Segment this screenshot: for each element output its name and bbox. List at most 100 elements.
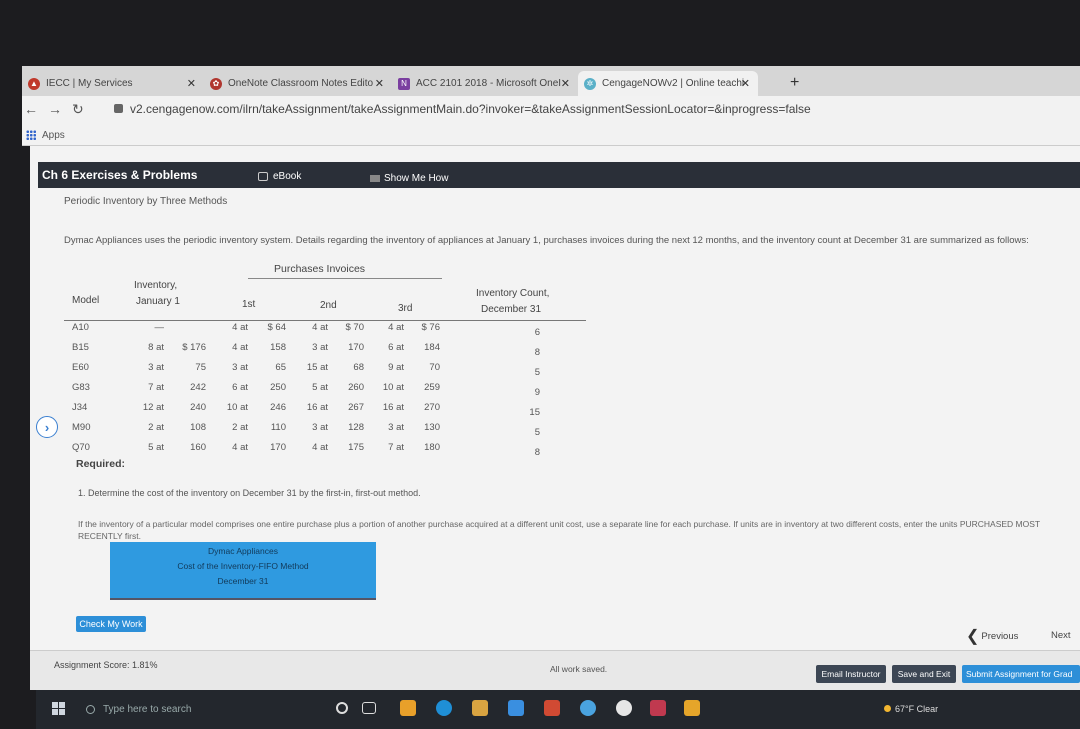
cell-2nd-qty: 16 at bbox=[306, 402, 328, 413]
lock-icon bbox=[114, 104, 123, 113]
weather-widget[interactable]: 67°F Clear bbox=[884, 704, 938, 714]
col-header-3rd: 3rd bbox=[398, 303, 413, 314]
cell-3rd-qty: 6 at bbox=[388, 342, 404, 353]
weather-text: 67°F Clear bbox=[895, 704, 939, 714]
cell-3rd-cost: 70 bbox=[429, 362, 440, 373]
cell-jan-qty: 2 at bbox=[148, 422, 164, 433]
cell-model: A10 bbox=[72, 322, 89, 333]
assignment-footer: Assignment Score: 1.81% All work saved. … bbox=[30, 650, 1080, 690]
cell-1st-qty: 3 at bbox=[232, 362, 248, 373]
purchases-invoices-title: Purchases Invoices bbox=[274, 263, 366, 275]
task-view-icon[interactable] bbox=[362, 702, 376, 714]
close-icon[interactable]: ✕ bbox=[187, 77, 196, 90]
cell-count: 8 bbox=[534, 447, 540, 458]
cell-1st-cost: 158 bbox=[270, 342, 286, 353]
sun-icon bbox=[884, 705, 891, 712]
pocket-icon[interactable] bbox=[650, 700, 666, 716]
cortana-icon[interactable] bbox=[336, 702, 348, 714]
submit-assignment-button[interactable]: Submit Assignment for Grad bbox=[962, 665, 1080, 683]
video-icon bbox=[370, 175, 380, 182]
cell-model: Q70 bbox=[72, 442, 90, 453]
fifo-answer-header: Dymac Appliances Cost of the Inventory-F… bbox=[110, 542, 376, 600]
cell-jan-qty: — bbox=[154, 322, 165, 333]
reload-icon[interactable]: ↻ bbox=[72, 101, 84, 118]
bookmarks-bar: Apps bbox=[22, 124, 1080, 146]
cell-jan-qty: 8 at bbox=[148, 342, 164, 353]
edge-browser-icon[interactable] bbox=[436, 700, 452, 716]
cell-3rd-cost: 270 bbox=[424, 402, 440, 413]
onenote-app-icon: N bbox=[398, 77, 410, 90]
taskbar-search[interactable]: Type here to search bbox=[86, 697, 326, 721]
store-icon[interactable] bbox=[472, 700, 488, 716]
cell-3rd-qty: 4 at bbox=[388, 322, 404, 333]
cell-jan-cost: 160 bbox=[190, 442, 206, 453]
forward-arrow-icon[interactable]: → bbox=[48, 101, 62, 117]
module-header: Ch 6 Exercises & Problems eBook Show Me … bbox=[38, 162, 1080, 188]
check-my-work-button[interactable]: Check My Work bbox=[76, 616, 146, 632]
cell-3rd-qty: 9 at bbox=[388, 362, 404, 373]
question-1: 1. Determine the cost of the inventory o… bbox=[78, 488, 421, 498]
assignment-page: Ch 6 Exercises & Problems eBook Show Me … bbox=[30, 146, 1080, 686]
problem-subtitle: Periodic Inventory by Three Methods bbox=[64, 196, 228, 207]
tab-onenote-notes[interactable]: ✿ OneNote Classroom Notes Edito ✕ bbox=[204, 71, 392, 96]
chrome-icon[interactable] bbox=[616, 700, 632, 716]
address-bar-url[interactable]: v2.cengagenow.com/ilrn/takeAssignment/ta… bbox=[130, 102, 811, 116]
cell-3rd-cost: 130 bbox=[424, 422, 440, 433]
file-explorer-icon[interactable] bbox=[400, 700, 416, 716]
tab-cengagenow[interactable]: ✲ CengageNOWv2 | Online teachi ✕ bbox=[578, 71, 758, 96]
close-icon[interactable]: ✕ bbox=[741, 77, 750, 90]
cell-jan-cost: 108 bbox=[190, 422, 206, 433]
cell-1st-cost: 246 bbox=[270, 402, 286, 413]
cell-2nd-cost: 260 bbox=[348, 382, 364, 393]
taskbar-search-placeholder: Type here to search bbox=[103, 703, 192, 715]
col-header-count-line1: Inventory Count, bbox=[476, 288, 550, 299]
expand-chevron-icon[interactable]: › bbox=[36, 416, 58, 438]
cell-count: 5 bbox=[534, 367, 540, 378]
back-arrow-icon[interactable]: ← bbox=[24, 101, 38, 117]
tab-iecc[interactable]: ▲ IECC | My Services ✕ bbox=[22, 71, 204, 96]
cell-3rd-cost: $ 76 bbox=[421, 322, 441, 333]
show-me-how-link[interactable]: Show Me How bbox=[370, 173, 448, 184]
close-icon[interactable]: ✕ bbox=[375, 77, 384, 90]
cengage-favicon-icon: ✲ bbox=[584, 77, 596, 90]
mail-icon[interactable] bbox=[508, 700, 524, 716]
cell-3rd-qty: 7 at bbox=[388, 442, 404, 453]
cell-1st-qty: 4 at bbox=[232, 442, 248, 453]
cell-3rd-qty: 3 at bbox=[388, 422, 404, 433]
previous-button[interactable]: ❮ Previous bbox=[966, 626, 1018, 646]
download-icon[interactable] bbox=[684, 700, 700, 716]
cell-1st-cost: 65 bbox=[275, 362, 286, 373]
col-header-inventory-jan-line2: January 1 bbox=[136, 296, 180, 307]
cell-jan-qty: 5 at bbox=[148, 442, 164, 453]
windows-start-icon[interactable] bbox=[52, 702, 65, 715]
cell-2nd-qty: 15 at bbox=[306, 362, 328, 373]
cell-1st-qty: 4 at bbox=[232, 342, 248, 353]
next-button[interactable]: Next bbox=[1051, 630, 1071, 641]
book-icon bbox=[258, 172, 268, 181]
save-and-exit-button[interactable]: Save and Exit bbox=[892, 665, 956, 683]
cell-count: 5 bbox=[534, 427, 540, 438]
col-header-count-line2: December 31 bbox=[481, 304, 542, 315]
apps-grid-icon[interactable] bbox=[26, 130, 36, 140]
save-status: All work saved. bbox=[550, 664, 608, 674]
tab-title: IECC | My Services bbox=[46, 78, 133, 89]
cloud-app-icon[interactable] bbox=[580, 700, 596, 716]
bookmark-apps[interactable]: Apps bbox=[42, 130, 65, 141]
cell-jan-qty: 3 at bbox=[148, 362, 164, 373]
cell-3rd-qty: 10 at bbox=[382, 382, 404, 393]
new-tab-plus-icon[interactable]: + bbox=[790, 74, 799, 92]
ebook-link[interactable]: eBook bbox=[258, 171, 301, 182]
cell-1st-cost: 110 bbox=[270, 422, 286, 433]
close-icon[interactable]: ✕ bbox=[561, 77, 570, 90]
cell-1st-cost: $ 64 bbox=[267, 322, 287, 333]
cell-model: E60 bbox=[72, 362, 89, 373]
col-header-2nd: 2nd bbox=[320, 300, 337, 311]
email-instructor-button[interactable]: Email Instructor bbox=[816, 665, 886, 683]
tab-acc-onenote[interactable]: N ACC 2101 2018 - Microsoft OneI ✕ bbox=[392, 71, 578, 96]
chevron-left-icon: ❮ bbox=[966, 628, 980, 645]
office-app-icon[interactable] bbox=[544, 700, 560, 716]
cell-2nd-qty: 3 at bbox=[312, 422, 328, 433]
cell-jan-cost: 240 bbox=[190, 402, 206, 413]
onenote-favicon-icon: ✿ bbox=[210, 77, 222, 90]
cell-jan-cost: 242 bbox=[190, 382, 206, 393]
